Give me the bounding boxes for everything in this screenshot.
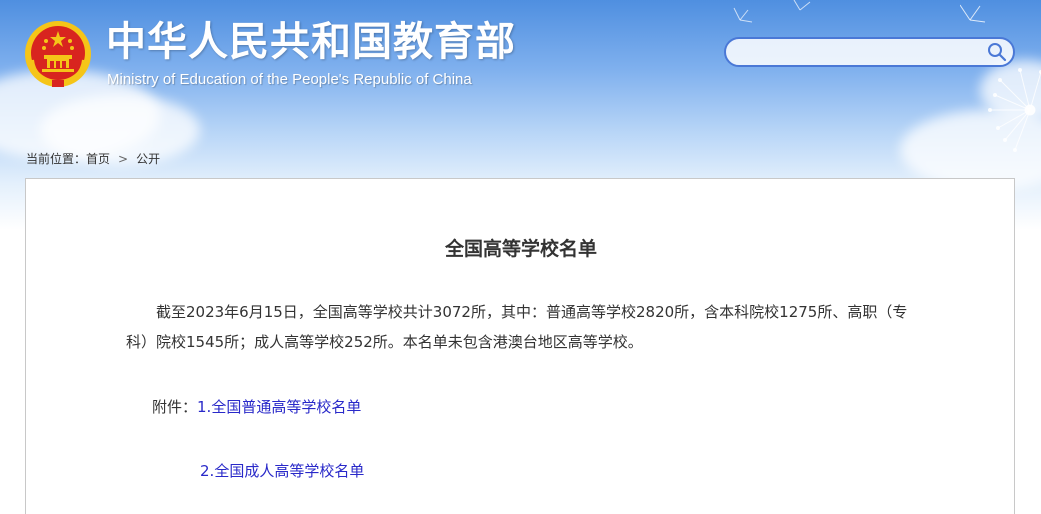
attachment-link-1[interactable]: 1.全国普通高等学校名单: [197, 398, 361, 416]
attachment-number: 1.: [197, 398, 212, 416]
article-paragraph: 截至2023年6月15日，全国高等学校共计3072所，其中：普通高等学校2820…: [126, 303, 908, 351]
breadcrumb-prefix: 当前位置：: [26, 152, 87, 166]
breadcrumb: 当前位置：首页 > 公开: [26, 150, 160, 167]
attachments-label: 附件：: [152, 398, 198, 416]
article-container: 全国高等学校名单 截至2023年6月15日，全国高等学校共计3072所，其中：普…: [25, 178, 1015, 514]
attachment-text: 全国普通高等学校名单: [211, 398, 362, 416]
search-input[interactable]: [738, 41, 978, 63]
dandelion-decoration: [733, 0, 811, 23]
dandelion-decoration: [960, 4, 1041, 152]
attachment-link-2[interactable]: 2.全国成人高等学校名单: [200, 462, 364, 480]
breadcrumb-separator: >: [118, 152, 129, 166]
breadcrumb-current-link[interactable]: 公开: [136, 152, 160, 166]
attachments: 附件：1.全国普通高等学校名单 2.全国成人高等学校名单: [126, 392, 916, 486]
attachment-number: 2.: [200, 462, 215, 480]
search-box: [724, 37, 1015, 67]
site-title: 中华人民共和国教育部: [106, 19, 516, 65]
search-icon[interactable]: [987, 42, 1007, 62]
article-title: 全国高等学校名单: [444, 238, 597, 260]
breadcrumb-home-link[interactable]: 首页: [86, 152, 110, 166]
attachment-row: 2.全国成人高等学校名单: [126, 456, 916, 486]
attachment-text: 全国成人高等学校名单: [214, 462, 365, 480]
site-subtitle: Ministry of Education of the People's Re…: [107, 71, 472, 88]
national-emblem-icon: [25, 21, 91, 87]
article-body: 截至2023年6月15日，全国高等学校共计3072所，其中：普通高等学校2820…: [126, 297, 916, 486]
attachment-row: 附件：1.全国普通高等学校名单: [126, 392, 916, 422]
